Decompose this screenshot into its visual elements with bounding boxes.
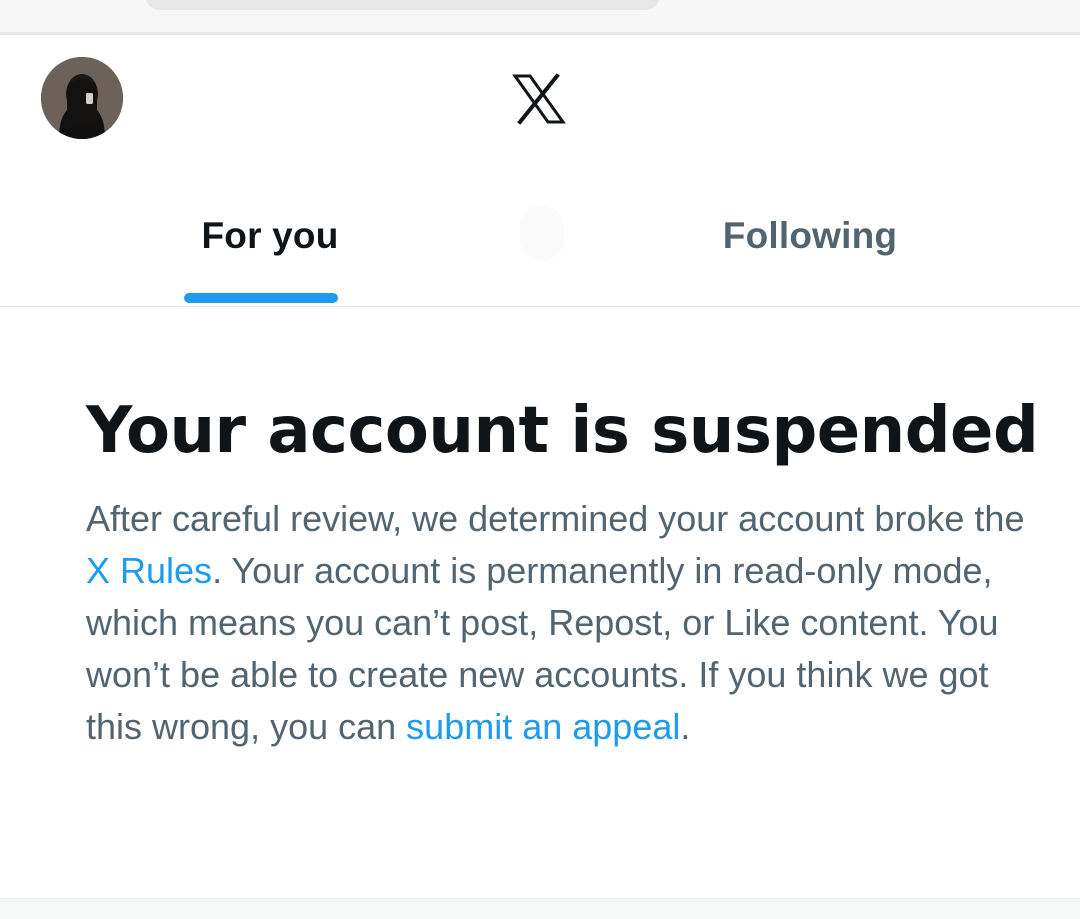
tab-ripple — [520, 205, 564, 261]
browser-address-pill[interactable] — [145, 0, 660, 10]
suspension-notice: Your account is suspended After careful … — [0, 307, 1080, 898]
avatar-image — [41, 57, 123, 139]
tab-for-you-label: For you — [201, 215, 339, 256]
message-text-end: . — [680, 706, 691, 747]
bottom-divider — [0, 898, 1080, 919]
tab-following-label: Following — [722, 215, 898, 256]
x-rules-link[interactable]: X Rules — [86, 550, 212, 591]
submit-appeal-link[interactable]: submit an appeal — [406, 706, 680, 747]
active-tab-indicator — [184, 293, 338, 303]
suspension-title: Your account is suspended — [86, 394, 1039, 468]
suspension-message: After careful review, we determined your… — [86, 493, 1026, 753]
system-top-bar — [0, 0, 1080, 35]
app-header: For you Following — [0, 35, 1080, 305]
tab-following[interactable]: Following — [540, 195, 1080, 305]
tab-for-you[interactable]: For you — [0, 195, 540, 305]
profile-avatar[interactable] — [41, 57, 123, 139]
timeline-tabs: For you Following — [0, 195, 1080, 305]
x-logo-icon[interactable] — [512, 72, 566, 126]
message-text-start: After careful review, we determined your… — [86, 498, 1025, 539]
